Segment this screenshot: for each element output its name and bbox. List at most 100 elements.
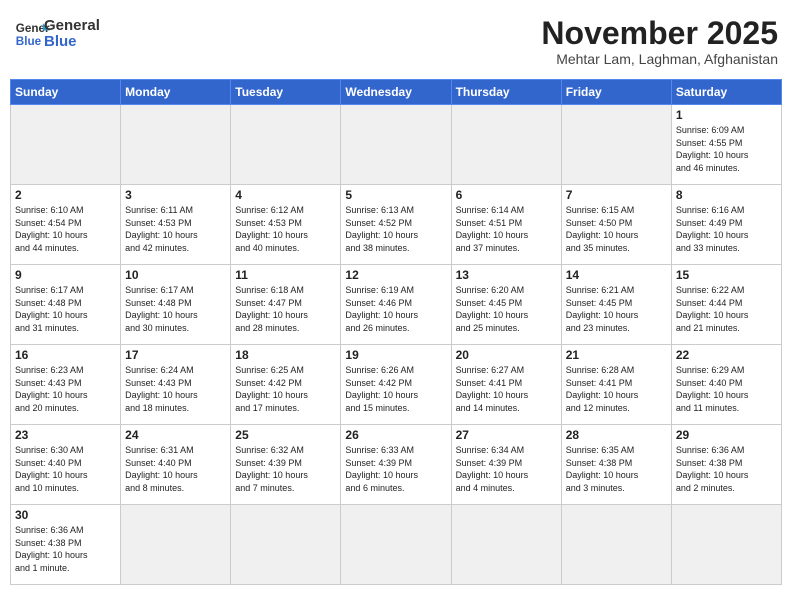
title-block: November 2025 Mehtar Lam, Laghman, Afgha… xyxy=(541,16,778,67)
day-info: Sunrise: 6:20 AM Sunset: 4:45 PM Dayligh… xyxy=(456,284,557,334)
day-header-saturday: Saturday xyxy=(671,80,781,105)
calendar-cell: 17Sunrise: 6:24 AM Sunset: 4:43 PM Dayli… xyxy=(121,345,231,425)
day-info: Sunrise: 6:36 AM Sunset: 4:38 PM Dayligh… xyxy=(676,444,777,494)
header: General Blue General Blue November 2025 … xyxy=(10,10,782,73)
day-info: Sunrise: 6:24 AM Sunset: 4:43 PM Dayligh… xyxy=(125,364,226,414)
day-number: 10 xyxy=(125,268,226,282)
day-number: 21 xyxy=(566,348,667,362)
calendar-cell: 7 Sunrise: 6:15 AM Sunset: 4:50 PM Daylig… xyxy=(561,185,671,265)
calendar-cell: 25 Sunrise: 6:32 AM Sunset: 4:39 PM Dayli… xyxy=(231,425,341,505)
day-info: Sunrise: 6:17 AM Sunset: 4:48 PM Dayligh… xyxy=(15,284,116,334)
calendar-cell: 5 Sunrise: 6:13 AM Sunset: 4:52 PM Daylig… xyxy=(341,185,451,265)
day-info: Sunrise: 6:14 AM Sunset: 4:51 PM Dayligh… xyxy=(456,204,557,254)
day-info: Sunrise: 6:18 AM Sunset: 4:47 PM Dayligh… xyxy=(235,284,336,334)
day-number: 9 xyxy=(15,268,116,282)
day-header-wednesday: Wednesday xyxy=(341,80,451,105)
calendar-cell: 6 Sunrise: 6:14 AM Sunset: 4:51 PM Daylig… xyxy=(451,185,561,265)
calendar-cell xyxy=(451,505,561,585)
calendar-cell: 4Sunrise: 6:12 AM Sunset: 4:53 PM Daylig… xyxy=(231,185,341,265)
day-number: 7 xyxy=(566,188,667,202)
calendar-cell xyxy=(231,505,341,585)
day-number: 11 xyxy=(235,268,336,282)
day-number: 25 xyxy=(235,428,336,442)
calendar-cell xyxy=(671,505,781,585)
day-number: 27 xyxy=(456,428,557,442)
day-number: 8 xyxy=(676,188,777,202)
day-info: Sunrise: 6:21 AM Sunset: 4:45 PM Dayligh… xyxy=(566,284,667,334)
day-header-tuesday: Tuesday xyxy=(231,80,341,105)
calendar-cell: 16Sunrise: 6:23 AM Sunset: 4:43 PM Dayli… xyxy=(11,345,121,425)
day-info: Sunrise: 6:27 AM Sunset: 4:41 PM Dayligh… xyxy=(456,364,557,414)
day-info: Sunrise: 6:35 AM Sunset: 4:38 PM Dayligh… xyxy=(566,444,667,494)
calendar-header: SundayMondayTuesdayWednesdayThursdayFrid… xyxy=(11,80,782,105)
day-info: Sunrise: 6:34 AM Sunset: 4:39 PM Dayligh… xyxy=(456,444,557,494)
calendar-cell: 13Sunrise: 6:20 AM Sunset: 4:45 PM Dayli… xyxy=(451,265,561,345)
day-header-thursday: Thursday xyxy=(451,80,561,105)
calendar-body: 1 Sunrise: 6:09 AM Sunset: 4:55 PM Daylig… xyxy=(11,105,782,585)
calendar-cell xyxy=(121,505,231,585)
logo: General Blue General Blue xyxy=(14,16,100,52)
day-number: 24 xyxy=(125,428,226,442)
day-number: 3 xyxy=(125,188,226,202)
day-number: 6 xyxy=(456,188,557,202)
month-year-title: November 2025 xyxy=(541,16,778,51)
calendar-table: SundayMondayTuesdayWednesdayThursdayFrid… xyxy=(10,79,782,585)
logo-general: General xyxy=(44,18,100,35)
day-number: 18 xyxy=(235,348,336,362)
day-info: Sunrise: 6:26 AM Sunset: 4:42 PM Dayligh… xyxy=(345,364,446,414)
location-subtitle: Mehtar Lam, Laghman, Afghanistan xyxy=(541,51,778,67)
day-number: 29 xyxy=(676,428,777,442)
day-info: Sunrise: 6:33 AM Sunset: 4:39 PM Dayligh… xyxy=(345,444,446,494)
calendar-cell: 14Sunrise: 6:21 AM Sunset: 4:45 PM Dayli… xyxy=(561,265,671,345)
calendar-cell: 28 Sunrise: 6:35 AM Sunset: 4:38 PM Dayli… xyxy=(561,425,671,505)
day-number: 22 xyxy=(676,348,777,362)
day-info: Sunrise: 6:23 AM Sunset: 4:43 PM Dayligh… xyxy=(15,364,116,414)
day-number: 2 xyxy=(15,188,116,202)
logo-blue: Blue xyxy=(44,34,100,51)
day-header-monday: Monday xyxy=(121,80,231,105)
day-number: 19 xyxy=(345,348,446,362)
day-info: Sunrise: 6:28 AM Sunset: 4:41 PM Dayligh… xyxy=(566,364,667,414)
day-number: 12 xyxy=(345,268,446,282)
day-header-friday: Friday xyxy=(561,80,671,105)
calendar-cell: 12 Sunrise: 6:19 AM Sunset: 4:46 PM Dayli… xyxy=(341,265,451,345)
day-info: Sunrise: 6:13 AM Sunset: 4:52 PM Dayligh… xyxy=(345,204,446,254)
calendar-cell: 19 Sunrise: 6:26 AM Sunset: 4:42 PM Dayli… xyxy=(341,345,451,425)
calendar-cell: 24 Sunrise: 6:31 AM Sunset: 4:40 PM Dayli… xyxy=(121,425,231,505)
day-info: Sunrise: 6:29 AM Sunset: 4:40 PM Dayligh… xyxy=(676,364,777,414)
day-number: 5 xyxy=(345,188,446,202)
calendar-cell: 18Sunrise: 6:25 AM Sunset: 4:42 PM Dayli… xyxy=(231,345,341,425)
calendar-cell: 26 Sunrise: 6:33 AM Sunset: 4:39 PM Dayli… xyxy=(341,425,451,505)
day-info: Sunrise: 6:15 AM Sunset: 4:50 PM Dayligh… xyxy=(566,204,667,254)
calendar-cell: 15Sunrise: 6:22 AM Sunset: 4:44 PM Dayli… xyxy=(671,265,781,345)
day-info: Sunrise: 6:32 AM Sunset: 4:39 PM Dayligh… xyxy=(235,444,336,494)
calendar-cell: 1 Sunrise: 6:09 AM Sunset: 4:55 PM Daylig… xyxy=(671,105,781,185)
day-number: 30 xyxy=(15,508,116,522)
calendar-cell: 21 Sunrise: 6:28 AM Sunset: 4:41 PM Dayli… xyxy=(561,345,671,425)
calendar-cell: 27 Sunrise: 6:34 AM Sunset: 4:39 PM Dayli… xyxy=(451,425,561,505)
calendar-cell: 11 Sunrise: 6:18 AM Sunset: 4:47 PM Dayli… xyxy=(231,265,341,345)
day-info: Sunrise: 6:19 AM Sunset: 4:46 PM Dayligh… xyxy=(345,284,446,334)
calendar-cell xyxy=(561,105,671,185)
day-number: 26 xyxy=(345,428,446,442)
day-number: 1 xyxy=(676,108,777,122)
day-info: Sunrise: 6:09 AM Sunset: 4:55 PM Dayligh… xyxy=(676,124,777,174)
calendar-cell: 30Sunrise: 6:36 AM Sunset: 4:38 PM Dayli… xyxy=(11,505,121,585)
calendar-cell: 22 Sunrise: 6:29 AM Sunset: 4:40 PM Dayli… xyxy=(671,345,781,425)
calendar-cell: 8Sunrise: 6:16 AM Sunset: 4:49 PM Daylig… xyxy=(671,185,781,265)
svg-text:Blue: Blue xyxy=(16,35,42,48)
calendar-cell: 20 Sunrise: 6:27 AM Sunset: 4:41 PM Dayli… xyxy=(451,345,561,425)
calendar-cell xyxy=(341,505,451,585)
calendar-cell xyxy=(561,505,671,585)
calendar-cell xyxy=(231,105,341,185)
day-info: Sunrise: 6:17 AM Sunset: 4:48 PM Dayligh… xyxy=(125,284,226,334)
day-number: 20 xyxy=(456,348,557,362)
calendar-cell xyxy=(341,105,451,185)
day-header-sunday: Sunday xyxy=(11,80,121,105)
day-number: 4 xyxy=(235,188,336,202)
day-info: Sunrise: 6:10 AM Sunset: 4:54 PM Dayligh… xyxy=(15,204,116,254)
calendar-cell: 23Sunrise: 6:30 AM Sunset: 4:40 PM Dayli… xyxy=(11,425,121,505)
calendar-cell: 10 Sunrise: 6:17 AM Sunset: 4:48 PM Dayli… xyxy=(121,265,231,345)
day-info: Sunrise: 6:31 AM Sunset: 4:40 PM Dayligh… xyxy=(125,444,226,494)
day-number: 28 xyxy=(566,428,667,442)
